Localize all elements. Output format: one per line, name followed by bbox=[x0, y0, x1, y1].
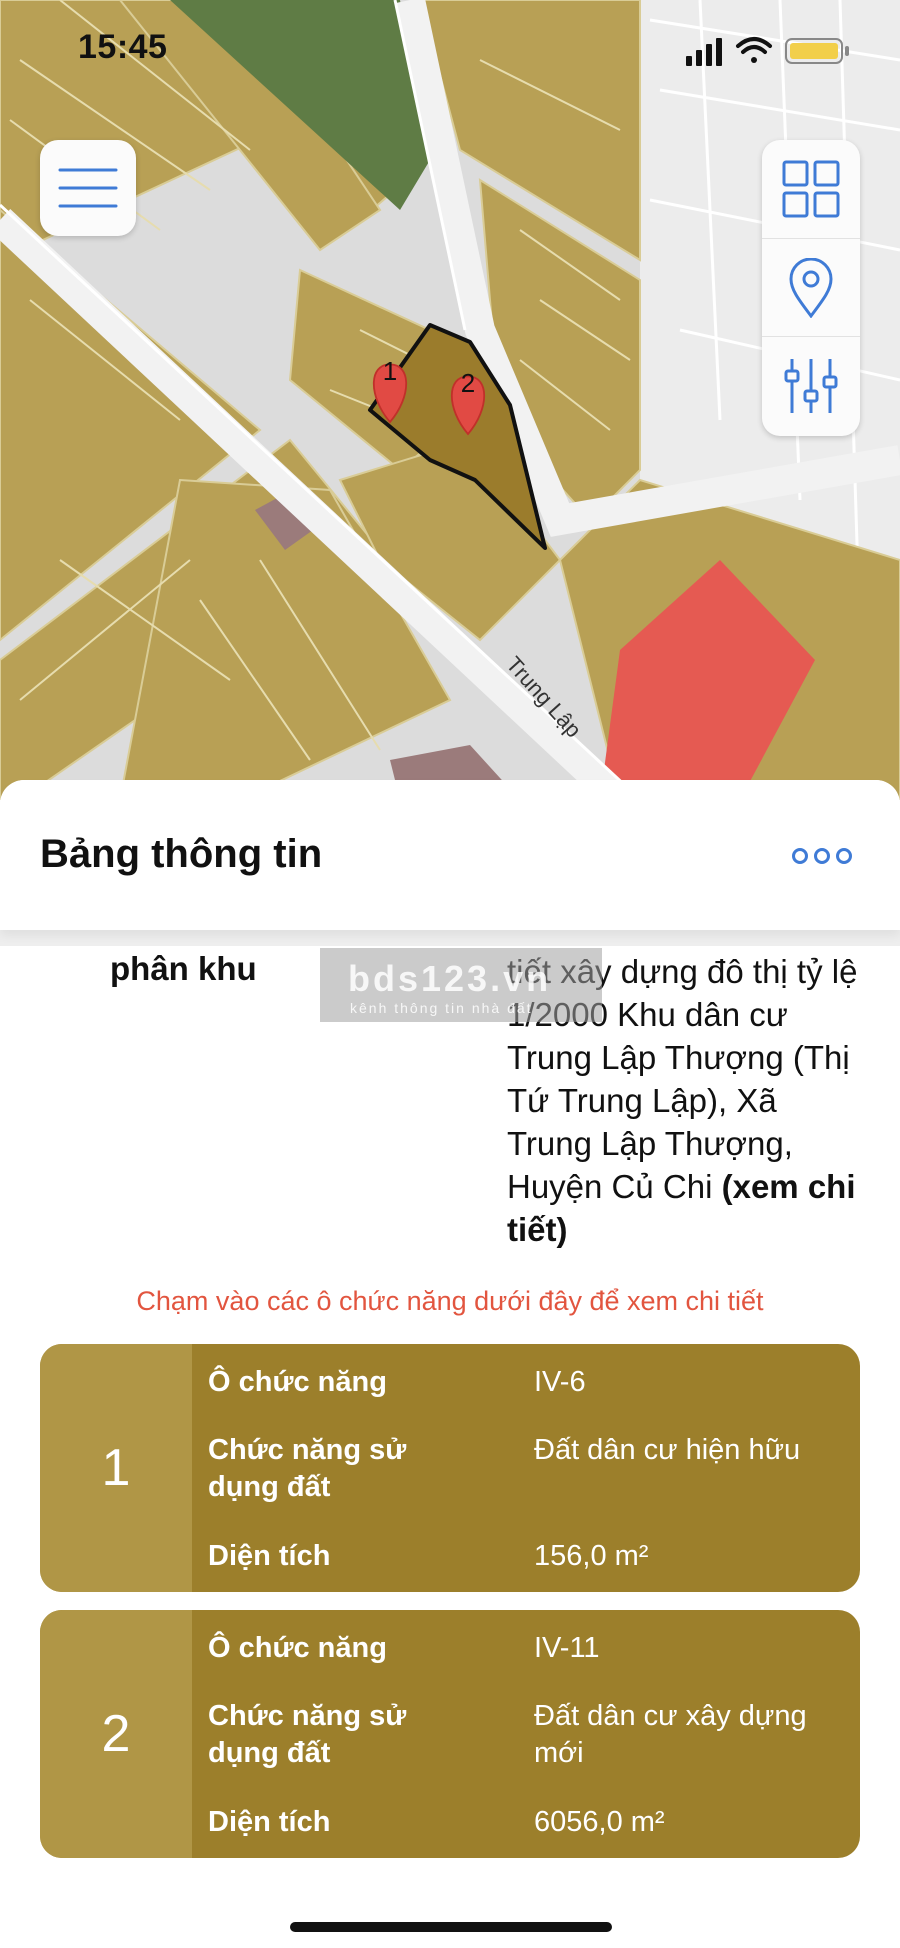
header-divider bbox=[0, 930, 900, 946]
status-bar: 15:45 bbox=[0, 0, 900, 100]
info-sheet: Bảng thông tin phân khu tiết xây dựng đô… bbox=[0, 780, 900, 1948]
grid-icon bbox=[782, 160, 840, 218]
status-time: 15:45 bbox=[78, 28, 168, 66]
status-icons bbox=[686, 37, 849, 66]
plot-field-label: Ô chức năng bbox=[208, 1366, 387, 1398]
sheet-header: Bảng thông tin bbox=[0, 780, 900, 930]
cellular-signal-icon bbox=[686, 38, 722, 66]
home-indicator[interactable] bbox=[290, 1922, 612, 1932]
info-row-label: phân khu bbox=[110, 950, 257, 987]
plot-card-1[interactable]: 1 Ô chức năng IV-6 Chức năng sử dụng đất… bbox=[40, 1344, 860, 1592]
wifi-icon bbox=[736, 37, 772, 63]
plot-field-label: Ô chức năng bbox=[208, 1632, 387, 1664]
watermark: bds123.vn kênh thông tin nhà đất bbox=[320, 948, 602, 1022]
plot-number: 1 bbox=[40, 1344, 192, 1592]
map-marker-label: 2 bbox=[461, 368, 475, 398]
plot-land-use: Đất dân cư xây dựng mới bbox=[534, 1700, 807, 1769]
hamburger-icon bbox=[58, 168, 118, 208]
plot-function-code: IV-11 bbox=[534, 1632, 600, 1664]
watermark-logo: bds123.vn bbox=[348, 958, 552, 999]
more-dots-icon bbox=[814, 848, 830, 864]
plot-field-label: Diện tích bbox=[208, 1806, 331, 1838]
more-options-button[interactable] bbox=[792, 842, 856, 872]
plot-area: 156,0 m² bbox=[534, 1540, 649, 1572]
location-button[interactable] bbox=[762, 238, 860, 337]
plot-field-label: Chức năng sử dụng đất bbox=[208, 1700, 407, 1769]
plot-area: 6056,0 m² bbox=[534, 1806, 665, 1838]
more-dots-icon bbox=[836, 848, 852, 864]
tap-hint: Chạm vào các ô chức năng dưới đây để xem… bbox=[136, 1286, 764, 1316]
location-pin-icon bbox=[789, 258, 833, 318]
filter-button[interactable] bbox=[762, 336, 860, 435]
plot-field-label: Diện tích bbox=[208, 1540, 331, 1572]
screen: Trung Lập 1 2 15:45 Bảng thông tin phân … bbox=[0, 0, 900, 1948]
sliders-icon bbox=[784, 359, 838, 413]
watermark-tagline: kênh thông tin nhà đất bbox=[350, 1000, 533, 1016]
more-dots-icon bbox=[792, 848, 808, 864]
map-marker-label: 1 bbox=[383, 356, 397, 386]
menu-button[interactable] bbox=[40, 140, 136, 236]
battery-icon bbox=[785, 38, 849, 64]
plot-land-use: Đất dân cư hiện hữu bbox=[534, 1434, 801, 1466]
plot-card-2[interactable]: 2 Ô chức năng IV-11 Chức năng sử dụng đấ… bbox=[40, 1610, 860, 1858]
map-tools bbox=[762, 140, 860, 436]
plot-function-code: IV-6 bbox=[534, 1366, 586, 1398]
plot-field-label: Chức năng sử dụng đất bbox=[208, 1434, 407, 1503]
sheet-title: Bảng thông tin bbox=[40, 832, 323, 876]
layers-grid-button[interactable] bbox=[762, 140, 860, 238]
plot-number: 2 bbox=[40, 1610, 192, 1858]
